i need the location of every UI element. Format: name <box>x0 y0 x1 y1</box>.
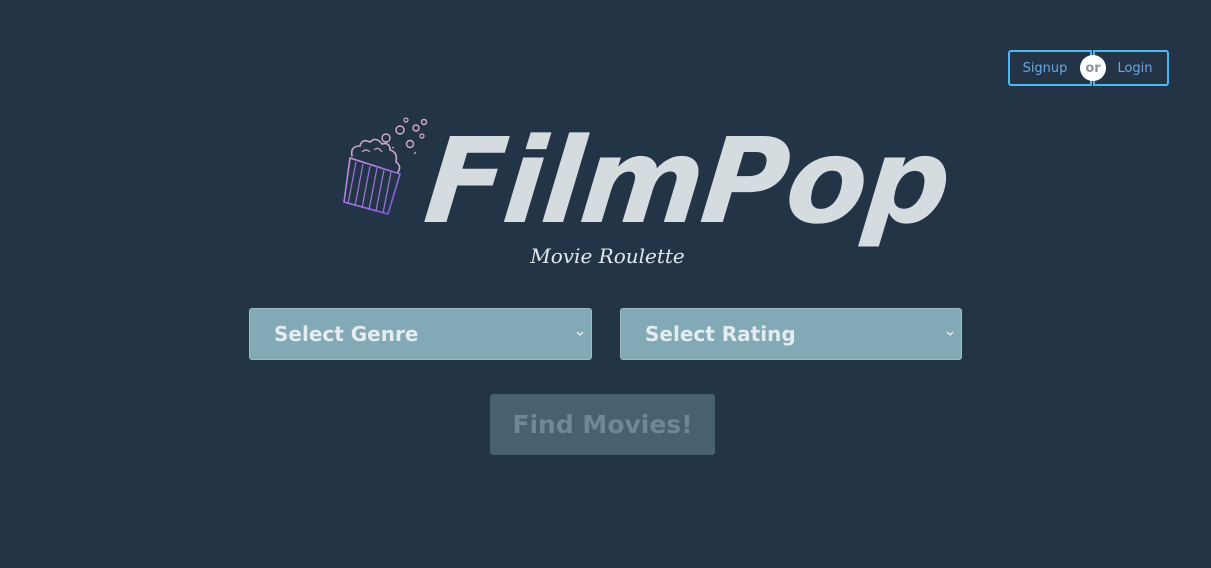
find-movies-button[interactable]: Find Movies! <box>490 394 715 455</box>
logo-text: FilmPop <box>418 112 956 250</box>
genre-select-label: Select Genre <box>274 322 419 346</box>
or-separator: or <box>1080 55 1106 81</box>
page: Signup or Login FilmPop Movie Roulette S… <box>0 0 1211 568</box>
logo: FilmPop <box>336 110 956 260</box>
rating-select[interactable]: Select Rating <box>620 308 962 360</box>
tagline: Movie Roulette <box>530 244 685 268</box>
login-label: Login <box>1117 60 1153 76</box>
rating-select-label: Select Rating <box>645 322 796 346</box>
chevron-down-icon <box>946 331 954 337</box>
auth-button-group: Signup or Login <box>1008 50 1169 86</box>
popcorn-icon <box>343 117 428 215</box>
signup-label: Signup <box>1022 60 1068 76</box>
genre-select[interactable]: Select Genre <box>249 308 592 360</box>
chevron-down-icon <box>576 331 584 337</box>
